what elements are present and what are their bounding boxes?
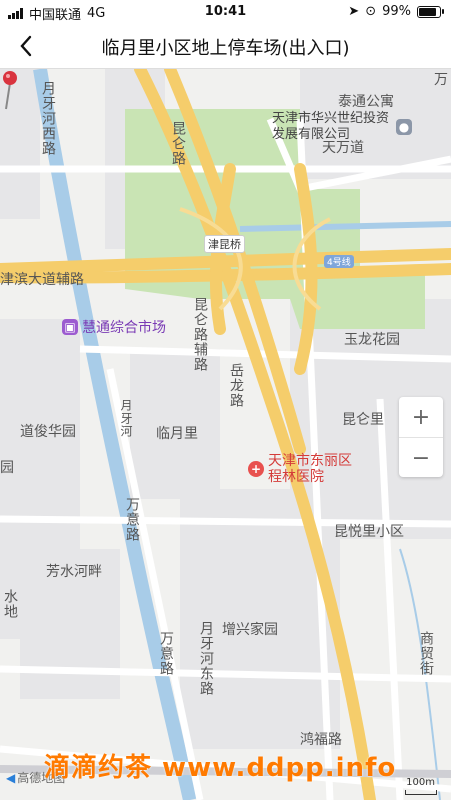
label-wanyi-road: 万意路 <box>124 497 140 542</box>
label-kunlunli: 昆仑里 <box>342 412 384 428</box>
label-tianwan: 天万道 <box>322 140 364 156</box>
label-hongfu: 鸿福路 <box>300 732 342 748</box>
label-taolong: 岳龙路 <box>228 363 244 408</box>
scale-label: 100m <box>406 777 435 788</box>
label-wanyi-road-2: 万意路 <box>158 631 174 676</box>
poi-hospital-label: 天津市东丽区程林医院 <box>268 453 352 485</box>
shop-icon: ▣ <box>62 319 78 335</box>
nav-bar: 临月里小区地上停车场(出入口) <box>0 24 451 69</box>
label-right-top: 万 <box>434 72 448 88</box>
location-arrow-icon: ➤ <box>348 4 360 19</box>
label-daojunhua: 道俊华园 <box>20 424 76 440</box>
label-zengxing: 增兴家园 <box>222 622 278 638</box>
zoom-in-button[interactable]: + <box>399 397 443 438</box>
label-shangmao: 商贸街 <box>418 631 434 676</box>
label-kunyueli: 昆悦里小区 <box>334 524 404 540</box>
poi-hospital[interactable]: + 天津市东丽区程林医院 <box>248 453 358 485</box>
zoom-control: + − <box>399 397 443 477</box>
label-jinbin-fulu: 津滨大道辅路 <box>0 272 84 288</box>
label-yulong: 玉龙花园 <box>344 332 400 348</box>
map-view[interactable]: 津昆桥 4号线 天津市华兴世纪投资发展有限公司 ● 泰通公寓 天万道 月牙河西路… <box>0 69 451 800</box>
label-kunlun-road: 昆仑路 <box>170 121 186 166</box>
zoom-out-button[interactable]: − <box>399 438 443 478</box>
hospital-cross-icon: + <box>248 461 264 477</box>
bridge-label: 津昆桥 <box>204 235 245 253</box>
scale-bar <box>405 790 437 795</box>
label-fangshui: 芳水河畔 <box>46 564 102 580</box>
poi-market-label: 慧通综合市场 <box>82 320 166 336</box>
label-left-edge-1: 园 <box>0 460 14 476</box>
label-kunlun-fulu: 昆仑路辅路 <box>192 297 208 372</box>
label-taitong: 泰通公寓 <box>338 94 394 110</box>
location-pin-icon: ● <box>396 119 412 135</box>
rotation-lock-icon: ⊙ <box>365 4 377 19</box>
map-pin-icon[interactable] <box>0 69 20 111</box>
page-title: 临月里小区地上停车场(出入口) <box>101 38 350 59</box>
label-yueyahe-east: 月牙河东路 <box>198 621 214 696</box>
status-right: ➤ ⊙ 99% <box>348 4 444 19</box>
poi-market[interactable]: ▣ 慧通综合市场 <box>62 317 166 337</box>
label-yueyahe: 月牙河 <box>119 399 133 438</box>
label-left-edge-2: 水地 <box>2 589 18 619</box>
status-bar: 中国联通 4G 10:41 ➤ ⊙ 99% <box>0 0 451 24</box>
watermark: 滴滴约茶 www.ddpp.info <box>44 753 397 783</box>
battery-icon <box>417 5 444 18</box>
navigation-arrow-icon: ◀ <box>6 770 16 785</box>
label-yueyahe-west: 月牙河西路 <box>40 81 56 156</box>
metro-line-badge: 4号线 <box>324 255 354 268</box>
label-linyueli: 临月里 <box>156 426 198 442</box>
battery-percent: 99% <box>382 4 411 19</box>
